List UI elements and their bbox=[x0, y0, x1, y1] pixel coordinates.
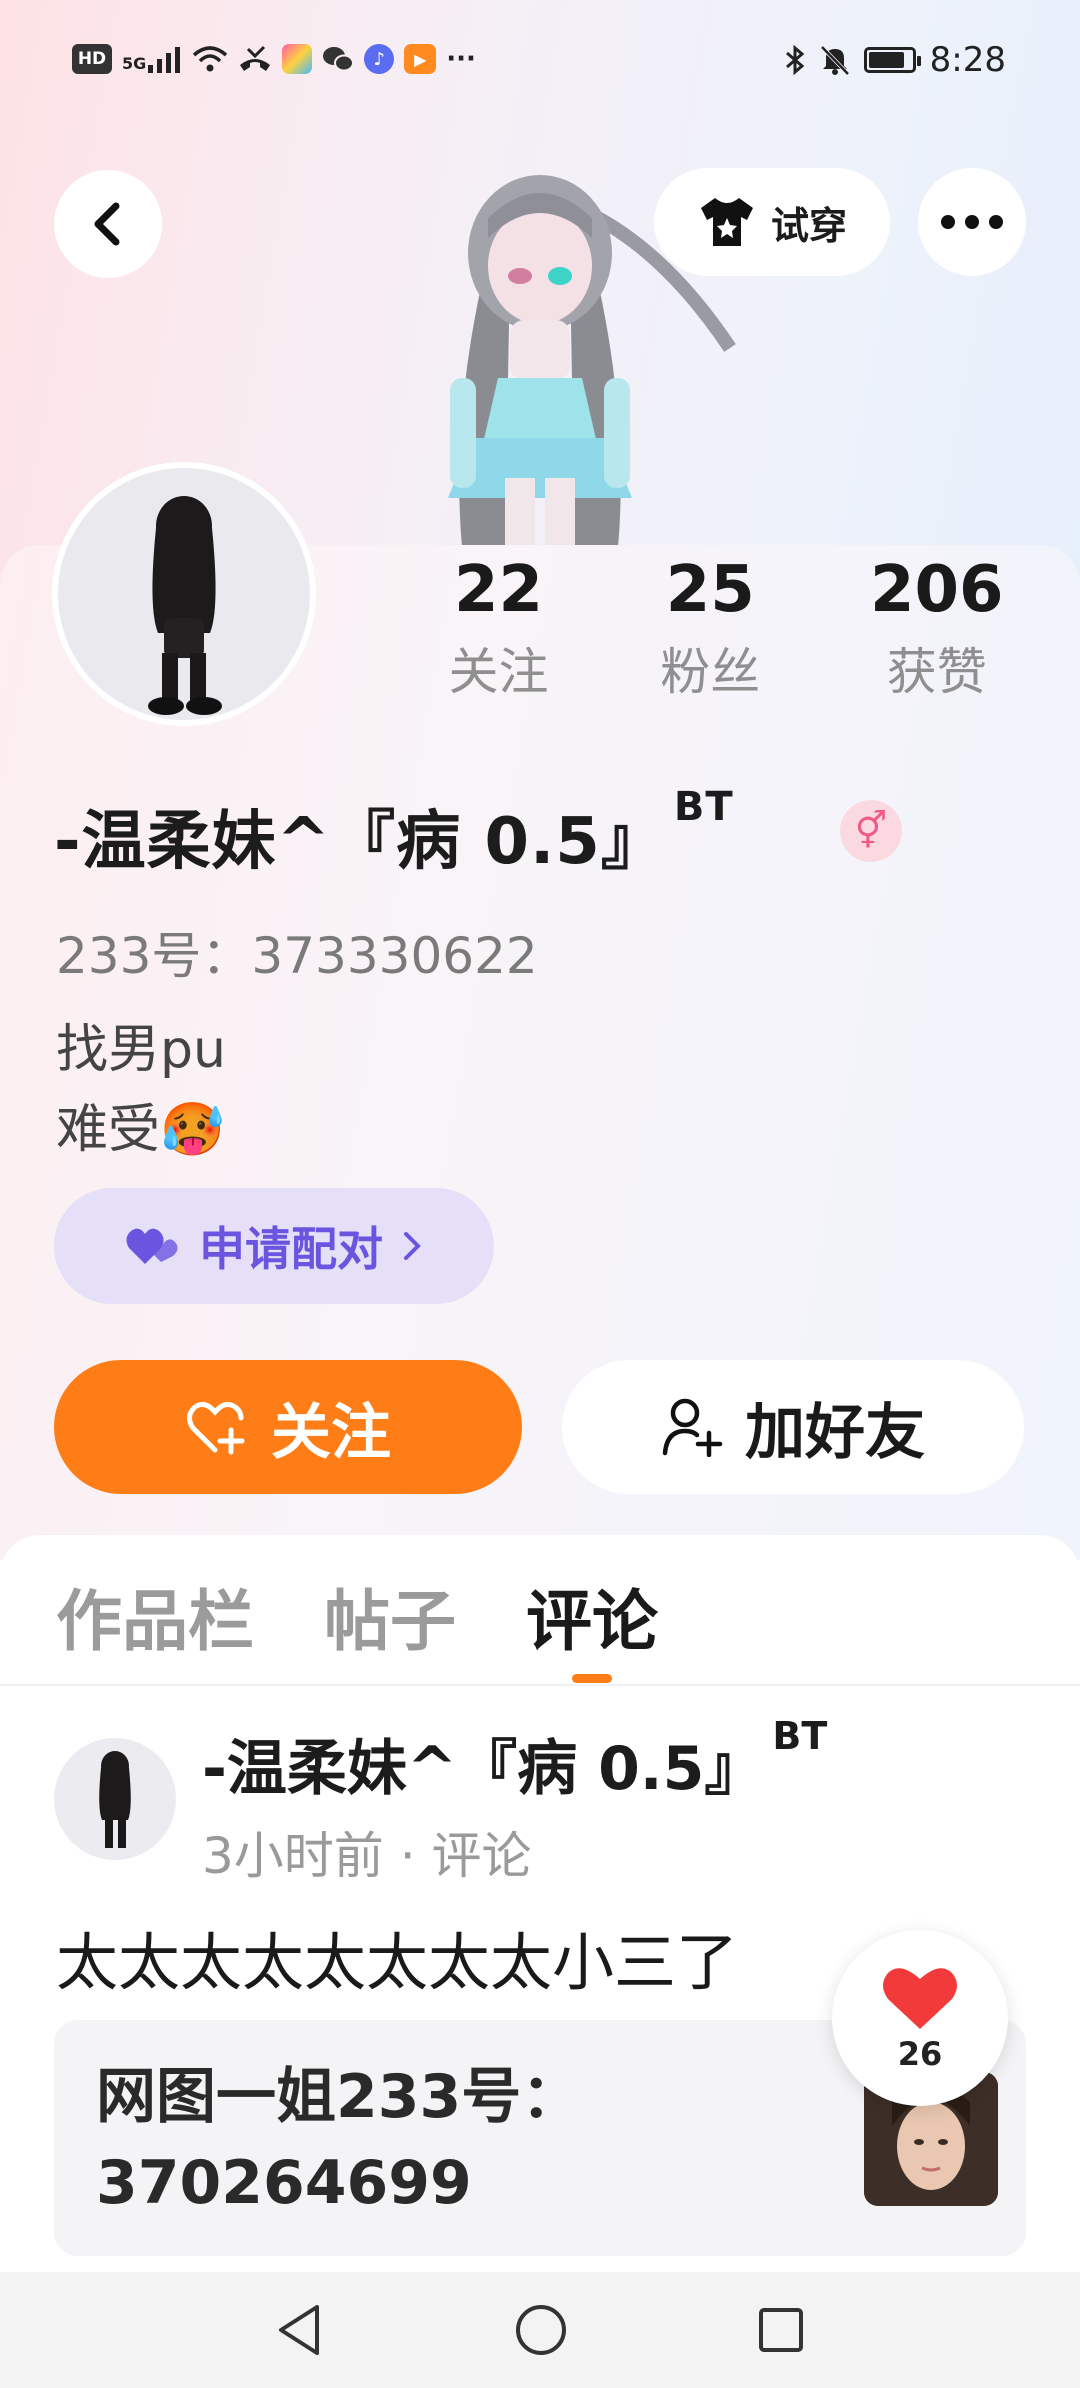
5g-signal-icon: 5G bbox=[122, 45, 182, 73]
try-on-button[interactable]: 试穿 bbox=[654, 168, 890, 276]
back-arrow-icon bbox=[94, 202, 120, 246]
quoted-post-text: 网图一姐233号：370264699 bbox=[96, 2062, 582, 2218]
clock: 8:28 bbox=[929, 40, 1006, 80]
status-right-icons: 8:28 bbox=[784, 40, 1006, 80]
apply-match-button[interactable]: 申请配对 bbox=[54, 1188, 494, 1304]
comment-meta: 3小时前 · 评论 bbox=[202, 1827, 532, 1885]
tab-comments[interactable]: 评论 bbox=[526, 1568, 658, 1683]
female-gender-icon: ⚥ bbox=[840, 800, 902, 862]
stat-followers-label: 粉丝 bbox=[660, 643, 761, 701]
avatar-figure bbox=[148, 496, 222, 715]
tab-posts[interactable]: 帖子 bbox=[324, 1568, 456, 1664]
heart-plus-icon bbox=[187, 1401, 245, 1455]
stat-likes[interactable]: 206 获赞 bbox=[823, 548, 1050, 708]
profile-stats: 22 关注 25 粉丝 206 获赞 bbox=[400, 548, 1050, 708]
tshirt-icon bbox=[700, 198, 753, 246]
network-type-label: 5G bbox=[122, 54, 147, 73]
status-left-icons: HD 5G ♪ ▶ ··· bbox=[72, 44, 476, 74]
tab-divider bbox=[0, 1684, 1080, 1686]
follow-label: 关注 bbox=[271, 1397, 391, 1468]
like-count: 26 bbox=[897, 2035, 943, 2073]
profile-avatar[interactable] bbox=[52, 462, 316, 726]
nav-recents-icon[interactable] bbox=[757, 2306, 805, 2354]
nav-home-icon[interactable] bbox=[514, 2303, 568, 2357]
more-options-button[interactable] bbox=[918, 168, 1026, 276]
follow-button[interactable]: 关注 bbox=[54, 1360, 522, 1494]
system-nav-bar bbox=[0, 2272, 1080, 2388]
profile-tabs: 作品栏 帖子 评论 bbox=[56, 1568, 658, 1683]
add-friend-button[interactable]: 加好友 bbox=[562, 1360, 1024, 1494]
status-bar: HD 5G ♪ ▶ ··· 8:28 bbox=[0, 0, 1080, 128]
battery-level bbox=[868, 52, 905, 68]
more-dots-icon bbox=[941, 215, 1003, 229]
bluetooth-icon bbox=[785, 44, 804, 76]
more-notifications-icon: ··· bbox=[446, 44, 476, 74]
bio-line: 难受🥵 bbox=[56, 1100, 225, 1160]
stat-following-count: 22 bbox=[453, 553, 544, 627]
like-button[interactable]: 26 bbox=[832, 1930, 1008, 2106]
add-person-icon bbox=[662, 1398, 723, 1457]
tab-works[interactable]: 作品栏 bbox=[56, 1568, 254, 1664]
comment-text[interactable]: 太太太太太太太太小三了 bbox=[56, 1912, 738, 2002]
stat-following-label: 关注 bbox=[448, 643, 549, 701]
battery-icon bbox=[863, 47, 921, 73]
comment-avatar-figure bbox=[99, 1751, 131, 1848]
comment-author-name[interactable]: -温柔妹^『病 0.5』 BT bbox=[202, 1714, 827, 1807]
hd-icon: HD bbox=[72, 44, 112, 74]
video-icon: ▶ bbox=[404, 44, 437, 74]
music-icon: ♪ bbox=[364, 44, 395, 74]
add-friend-label: 加好友 bbox=[745, 1397, 925, 1468]
back-button[interactable] bbox=[54, 170, 162, 278]
stat-following[interactable]: 22 关注 bbox=[400, 548, 597, 708]
stat-followers[interactable]: 25 粉丝 bbox=[597, 548, 824, 708]
wechat-icon bbox=[323, 47, 355, 72]
double-heart-icon bbox=[126, 1228, 178, 1264]
profile-bio: 找男pu 难受🥵 bbox=[56, 1010, 226, 1170]
stat-likes-label: 获赞 bbox=[886, 643, 987, 701]
try-on-label: 试穿 bbox=[770, 203, 847, 248]
profile-username: -温柔妹^『病 0.5』 BT bbox=[54, 784, 734, 882]
stat-followers-count: 25 bbox=[665, 553, 755, 627]
chevron-right-icon bbox=[404, 1232, 421, 1260]
avatar-image bbox=[58, 468, 310, 720]
comment-author-avatar[interactable] bbox=[54, 1738, 176, 1860]
mute-bell-icon bbox=[820, 45, 850, 76]
comment-author-suffix: BT bbox=[772, 1714, 828, 1758]
active-tab-indicator bbox=[572, 1674, 612, 1683]
bio-line: 找男pu bbox=[56, 1020, 226, 1080]
wifi-icon bbox=[193, 46, 228, 72]
missed-call-icon bbox=[240, 45, 271, 71]
stat-likes-count: 206 bbox=[869, 553, 1004, 627]
app-notification-icon bbox=[282, 44, 313, 74]
heart-icon bbox=[883, 1968, 957, 2029]
tab-comments-label: 评论 bbox=[526, 1583, 658, 1660]
username-suffix: BT bbox=[673, 784, 734, 830]
comment-author-text: -温柔妹^『病 0.5』 bbox=[202, 1734, 765, 1804]
nav-back-icon[interactable] bbox=[275, 2303, 325, 2357]
user-id[interactable]: 233号：373330622 bbox=[56, 916, 538, 988]
username-text: -温柔妹^『病 0.5』 bbox=[54, 805, 666, 879]
apply-match-label: 申请配对 bbox=[199, 1222, 383, 1276]
